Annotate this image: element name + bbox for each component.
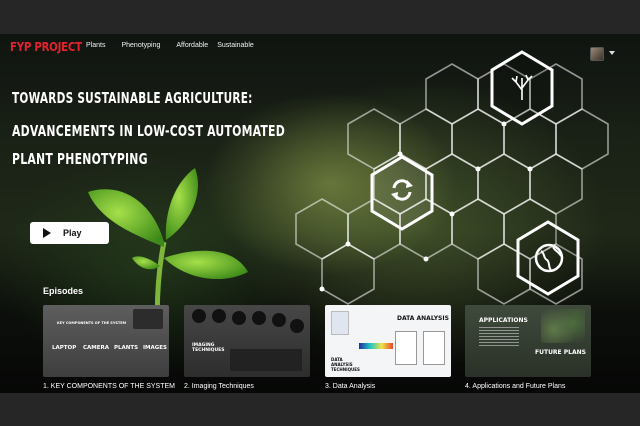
episode-3-thumb-heatmap [359, 343, 393, 349]
nav-link-sustainable[interactable]: Sustainable [217, 42, 254, 49]
episode-4-thumb-title: APPLICATIONS [479, 317, 528, 324]
nav-link-phenotyping[interactable]: Phenotyping [121, 42, 160, 49]
hero-stage: FYP PROJECT Plants Phenotyping Affordabl… [0, 34, 640, 393]
episode-2-thumb-title: IMAGING TECHNIQUES [192, 343, 225, 353]
episode-label-3[interactable]: 3. Data Analysis [325, 383, 375, 390]
brand-logo[interactable]: FYP PROJECT [10, 40, 82, 54]
episode-1-thumb-device [133, 309, 163, 329]
episode-3-thumb-subtitle: DATA ANALYSIS TECHNIQUES [331, 357, 360, 372]
nav-link-plants[interactable]: Plants [86, 42, 105, 49]
globe-icon [534, 243, 564, 273]
episode-4-thumb-list [479, 327, 519, 347]
episode-2-thumb-pot [252, 311, 266, 325]
episode-3-thumb-title: DATA ANALYSIS [397, 315, 449, 322]
episode-1-thumb-word-camera: CAMERA [83, 345, 110, 351]
episode-thumbnail-2[interactable]: IMAGING TECHNIQUES [184, 305, 310, 377]
episode-label-2[interactable]: 2. Imaging Techniques [184, 383, 254, 390]
episode-2-thumb-pot [192, 309, 206, 323]
hero-title-line-2: ADVANCEMENTS IN LOW-COST AUTOMATED [12, 122, 285, 140]
play-button[interactable]: Play [30, 222, 109, 244]
episode-4-thumb-plants [541, 309, 585, 343]
episode-thumbnail-3[interactable]: DATA ANALYSIS DATA ANALYSIS TECHNIQUES [325, 305, 451, 377]
tree-icon [511, 74, 533, 100]
episode-2-thumb-pot [290, 319, 304, 333]
frame-top-bar [0, 0, 640, 34]
episode-label-1[interactable]: 1. KEY COMPONENTS OF THE SYSTEM [43, 383, 175, 390]
episode-2-thumb-panel [230, 349, 302, 371]
episode-2-thumb-pot [272, 313, 286, 327]
episode-3-thumb-panel [395, 331, 417, 365]
nav-links: Plants Phenotyping Affordable Sustainabl… [86, 42, 270, 49]
episode-2-thumb-pot [232, 311, 246, 325]
hero-title-line-3: PLANT PHENOTYPING [12, 150, 148, 168]
episode-3-thumb-chart [331, 311, 349, 335]
episode-2-thumb-pot [212, 309, 226, 323]
episode-1-thumb-word-images: IMAGES [143, 345, 168, 351]
episode-1-thumb-word-laptop: LAPTOP [52, 345, 77, 351]
episode-thumbnail-1[interactable]: KEY COMPONENTS OF THE SYSTEM LAPTOP CAME… [43, 305, 169, 377]
chevron-down-icon[interactable] [609, 51, 615, 55]
episodes-heading: Episodes [43, 286, 84, 296]
episode-1-thumb-word-plants: PLANTS [114, 345, 139, 351]
play-icon [43, 228, 51, 238]
episode-label-4[interactable]: 4. Applications and Future Plans [465, 383, 565, 390]
episode-3-thumb-panel [423, 331, 445, 365]
refresh-icon [391, 179, 413, 201]
avatar[interactable] [590, 47, 604, 61]
episode-1-thumb-title: KEY COMPONENTS OF THE SYSTEM [57, 321, 127, 325]
hero-title-line-1: TOWARDS SUSTAINABLE AGRICULTURE: [12, 89, 253, 107]
nav-link-affordable[interactable]: Affordable [176, 42, 208, 49]
episode-4-thumb-subtitle: FUTURE PLANS [535, 349, 586, 356]
episode-thumbnail-4[interactable]: APPLICATIONS FUTURE PLANS [465, 305, 591, 377]
play-button-label: Play [63, 228, 82, 238]
frame-bottom-bar [0, 393, 640, 426]
top-navigation: FYP PROJECT Plants Phenotyping Affordabl… [0, 34, 640, 61]
